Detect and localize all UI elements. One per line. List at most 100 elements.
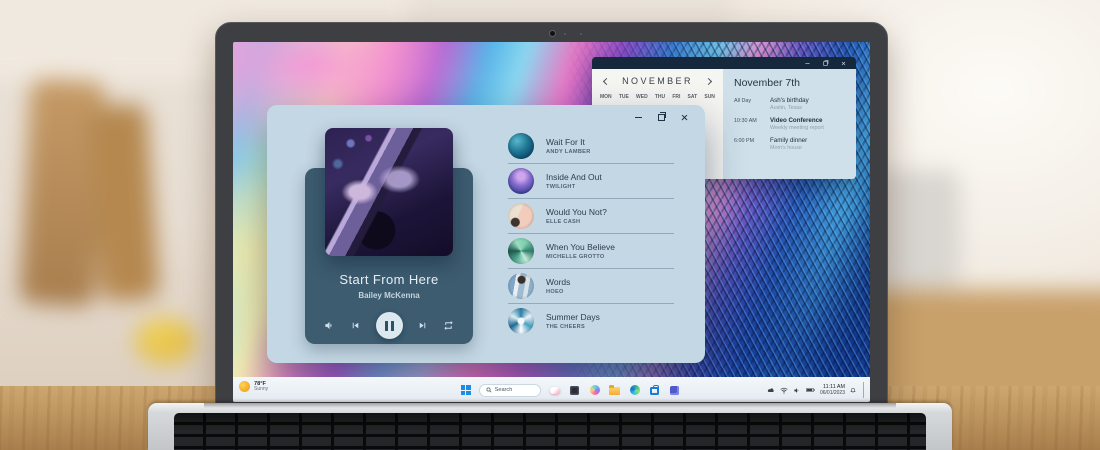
playlist-item[interactable]: Summer Days THE CHEERS	[508, 304, 674, 338]
track-artwork	[508, 308, 534, 334]
calendar-day-panel: November 7th All Day Ash's birthday Aust…	[723, 69, 856, 179]
event-title: Ash's birthday	[770, 97, 846, 104]
notifications-icon[interactable]	[850, 387, 856, 393]
pause-button[interactable]	[376, 312, 403, 339]
close-icon[interactable]	[841, 60, 847, 66]
now-playing-title: Start From Here	[305, 272, 473, 287]
track-artist: MICHELLE GROTTO	[546, 254, 615, 260]
calendar-month-label: NOVEMBER	[622, 76, 693, 86]
volume-tray-icon[interactable]	[793, 387, 801, 394]
calendar-titlebar	[592, 57, 856, 69]
event-title: Video Conference	[770, 117, 846, 124]
restore-icon[interactable]	[823, 60, 829, 66]
next-track-icon[interactable]	[417, 320, 429, 332]
calendar-event[interactable]: All Day Ash's birthday Austin, Texas	[734, 97, 846, 111]
playlist-item[interactable]: When You Believe MICHELLE GROTTO	[508, 234, 674, 269]
event-subtitle: Mom's house	[770, 145, 846, 151]
webcam	[549, 30, 556, 37]
battery-icon[interactable]	[806, 387, 815, 393]
show-desktop-button[interactable]	[863, 382, 866, 398]
restore-icon[interactable]	[657, 113, 666, 122]
event-time: 10:30 AM	[734, 117, 770, 131]
selected-date-heading: November 7th	[734, 77, 846, 89]
minimize-icon[interactable]	[805, 60, 811, 66]
next-month-icon[interactable]	[705, 77, 712, 84]
laptop-base	[148, 403, 952, 450]
track-artwork	[508, 238, 534, 264]
taskbar-clock[interactable]: 11:11 AM 06/01/2023	[820, 384, 845, 396]
track-artwork	[508, 133, 534, 159]
prev-month-icon[interactable]	[603, 77, 610, 84]
weekday-label: MON	[600, 94, 612, 100]
track-title: Would You Not?	[546, 207, 607, 217]
taskbar: 78°F Sunny Search	[233, 377, 870, 402]
file-explorer-icon[interactable]	[609, 384, 621, 396]
webcam-led	[564, 33, 566, 35]
now-playing-artist: Bailey McKenna	[305, 291, 473, 300]
calendar-weekday-row: MON TUE WED THU FRI SAT SUN	[592, 94, 723, 100]
playlist-item[interactable]: Wait For It ANDY LAMBER	[508, 129, 674, 164]
fruit-bowl	[135, 318, 195, 364]
event-subtitle: Austin, Texas	[770, 105, 846, 111]
teams-icon[interactable]	[669, 384, 681, 396]
cutting-board	[88, 103, 159, 302]
window-controls	[634, 113, 689, 122]
track-artwork	[508, 168, 534, 194]
track-artist: THE CHEERS	[546, 324, 600, 330]
weekday-label: SAT	[688, 94, 698, 100]
track-artist: ELLE CASH	[546, 219, 607, 225]
microphone-hole	[580, 33, 582, 35]
previous-track-icon[interactable]	[350, 320, 362, 332]
copilot-icon[interactable]	[589, 384, 601, 396]
album-art	[325, 128, 453, 256]
wifi-icon[interactable]	[780, 387, 788, 394]
playlist-item[interactable]: Would You Not? ELLE CASH	[508, 199, 674, 234]
track-title: When You Believe	[546, 242, 615, 252]
weather-widget[interactable]: 78°F Sunny	[239, 381, 268, 393]
playlist-item[interactable]: Inside And Out TWILIGHT	[508, 164, 674, 199]
playlist: Wait For It ANDY LAMBER Inside And Out T…	[508, 129, 674, 338]
edge-icon[interactable]	[629, 384, 641, 396]
track-artwork	[508, 273, 534, 299]
music-player-window: Start From Here Bailey McKenna	[267, 105, 705, 363]
close-icon[interactable]	[680, 113, 689, 122]
weekday-label: SUN	[704, 94, 715, 100]
calendar-event[interactable]: 10:30 AM Video Conference Weekly meeting…	[734, 117, 846, 131]
laptop-lid: NOVEMBER MON TUE WED THU FRI SAT SUN	[215, 22, 888, 408]
weekday-label: FRI	[672, 94, 680, 100]
track-title: Wait For It	[546, 137, 591, 147]
weekday-label: WED	[636, 94, 648, 100]
event-title: Family dinner	[770, 137, 846, 144]
search-label: Search	[495, 387, 513, 393]
laptop-hinge	[204, 403, 896, 408]
track-title: Words	[546, 277, 570, 287]
track-artist: ANDY LAMBER	[546, 149, 591, 155]
playlist-item[interactable]: Words HOEO	[508, 269, 674, 304]
weather-condition: Sunny	[254, 387, 268, 393]
event-subtitle: Weekly meeting report	[770, 125, 846, 131]
system-tray: 11:11 AM 06/01/2023	[767, 378, 866, 402]
weekday-label: TUE	[619, 94, 629, 100]
laptop-keyboard	[174, 413, 926, 450]
clock-date: 06/01/2023	[820, 390, 845, 396]
widgets-icon[interactable]	[549, 384, 561, 396]
windows-start-icon[interactable]	[461, 385, 471, 395]
screen: NOVEMBER MON TUE WED THU FRI SAT SUN	[233, 42, 870, 402]
track-artwork	[508, 203, 534, 229]
repeat-icon[interactable]	[443, 320, 455, 332]
minimize-icon[interactable]	[634, 113, 643, 122]
search-icon	[486, 387, 492, 393]
calendar-event[interactable]: 6:00 PM Family dinner Mom's house	[734, 137, 846, 151]
store-icon[interactable]	[649, 384, 661, 396]
track-title: Inside And Out	[546, 172, 602, 182]
weekday-label: THU	[655, 94, 665, 100]
track-title: Summer Days	[546, 312, 600, 322]
onedrive-cloud-icon[interactable]	[767, 387, 775, 393]
event-time: All Day	[734, 97, 770, 111]
taskbar-center: Search	[461, 378, 681, 402]
sun-icon	[239, 381, 250, 392]
event-time: 6:00 PM	[734, 137, 770, 151]
task-view-icon[interactable]	[569, 384, 581, 396]
volume-icon[interactable]	[324, 320, 336, 332]
taskbar-search[interactable]: Search	[479, 384, 541, 397]
